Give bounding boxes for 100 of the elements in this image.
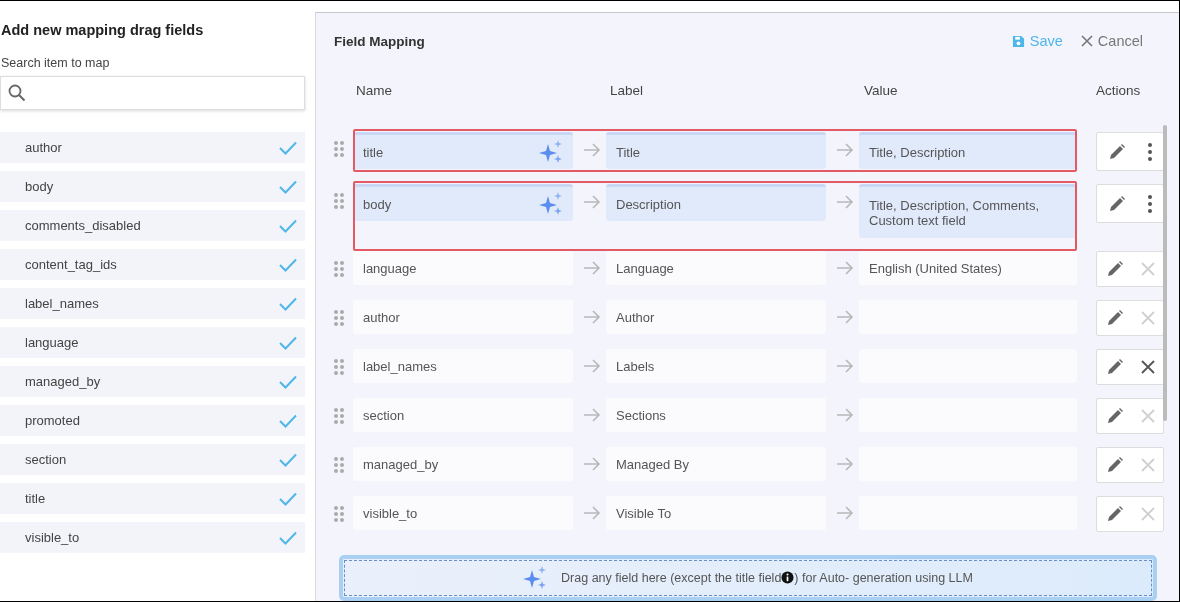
close-icon: [1140, 409, 1155, 423]
more-button[interactable]: [1146, 193, 1153, 214]
edit-button[interactable]: [1107, 142, 1126, 161]
drag-handle-icon[interactable]: [333, 358, 345, 376]
arrow-icon: [836, 309, 854, 325]
arrow-icon: [583, 309, 601, 325]
delete-button[interactable]: [1140, 360, 1155, 374]
edit-button[interactable]: [1105, 260, 1124, 278]
field-item[interactable]: author: [0, 132, 305, 163]
close-icon: [1140, 311, 1155, 325]
value-field[interactable]: Title, Description: [859, 132, 1077, 169]
field-item[interactable]: managed_by: [0, 366, 305, 397]
pencil-icon: [1105, 260, 1124, 278]
field-item[interactable]: comments_disabled: [0, 210, 305, 241]
label-field[interactable]: Managed By: [606, 447, 826, 481]
edit-button[interactable]: [1105, 456, 1124, 474]
drag-handle-icon[interactable]: [333, 407, 345, 425]
more-button[interactable]: [1146, 141, 1153, 162]
label-field[interactable]: Description: [606, 184, 826, 221]
drop-zone[interactable]: Drag any field here (except the title field ) for Auto- generation using LLM: [339, 555, 1157, 601]
drag-handle-icon[interactable]: [333, 505, 345, 523]
label-field[interactable]: Author: [606, 300, 826, 334]
panel-title: Add new mapping drag fields: [1, 22, 205, 38]
edit-button[interactable]: [1105, 309, 1124, 327]
floppy-icon: [1011, 34, 1025, 48]
field-item[interactable]: section: [0, 444, 305, 475]
drag-handle-icon[interactable]: [333, 140, 345, 158]
search-field[interactable]: [0, 76, 305, 110]
info-icon: [781, 571, 795, 584]
edit-button[interactable]: [1107, 194, 1126, 213]
close-icon: [1080, 35, 1093, 47]
close-icon: [1140, 507, 1155, 521]
arrow-icon: [583, 260, 601, 276]
name-field[interactable]: title: [353, 132, 573, 169]
label-field[interactable]: Visible To: [606, 496, 826, 530]
arrow-icon: [583, 407, 601, 423]
arrow-icon: [836, 505, 854, 521]
field-item[interactable]: visible_to: [0, 522, 305, 553]
field-item[interactable]: language: [0, 327, 305, 358]
arrow-icon: [836, 456, 854, 472]
pencil-icon: [1105, 309, 1124, 327]
search-label: Search item to map: [1, 56, 111, 70]
column-header: Name: [356, 83, 393, 98]
close-icon: [1140, 360, 1155, 374]
column-header: Actions: [1096, 83, 1142, 98]
value-field[interactable]: English (United States): [859, 251, 1077, 285]
edit-button[interactable]: [1105, 505, 1124, 523]
sparkle-icon: [539, 192, 563, 216]
field-item[interactable]: content_tag_ids: [0, 249, 305, 280]
pencil-icon: [1105, 456, 1124, 474]
arrow-icon: [836, 260, 854, 276]
field-item[interactable]: label_names: [0, 288, 305, 319]
name-field[interactable]: label_names: [353, 349, 573, 383]
arrow-icon: [836, 358, 854, 374]
close-icon: [1140, 458, 1155, 472]
pencil-icon: [1107, 142, 1126, 161]
pencil-icon: [1105, 407, 1124, 425]
search-icon: [8, 84, 26, 102]
arrow-icon: [583, 194, 601, 210]
drop-zone-text: Drag any field here (except the title field ) for Auto- generation using LLM: [561, 571, 973, 585]
pencil-icon: [1107, 194, 1126, 213]
value-field[interactable]: Title, Description, Comments, Custom text field: [859, 184, 1077, 238]
more-icon: [1146, 141, 1153, 162]
scrollbar[interactable]: [1163, 125, 1167, 421]
name-field[interactable]: section: [353, 398, 573, 432]
drag-handle-icon[interactable]: [333, 309, 345, 327]
arrow-icon: [836, 142, 854, 158]
cancel-button[interactable]: Cancel: [1080, 33, 1143, 49]
drag-handle-icon[interactable]: [333, 456, 345, 474]
sparkle-icon: [539, 140, 563, 164]
name-field[interactable]: author: [353, 300, 573, 334]
field-item[interactable]: promoted: [0, 405, 305, 436]
name-field[interactable]: language: [353, 251, 573, 285]
more-icon: [1146, 193, 1153, 214]
close-icon: [1140, 262, 1155, 276]
field-item[interactable]: body: [0, 171, 305, 202]
name-field[interactable]: visible_to: [353, 496, 573, 530]
edit-button[interactable]: [1105, 407, 1124, 425]
arrow-icon: [583, 142, 601, 158]
arrow-icon: [836, 194, 854, 210]
arrow-icon: [583, 456, 601, 472]
drag-handle-icon[interactable]: [333, 192, 345, 210]
pencil-icon: [1105, 505, 1124, 523]
column-header: Label: [610, 83, 645, 98]
pencil-icon: [1105, 358, 1124, 376]
label-field[interactable]: Title: [606, 132, 826, 169]
drag-handle-icon[interactable]: [333, 260, 345, 278]
name-field[interactable]: managed_by: [353, 447, 573, 481]
arrow-icon: [836, 407, 854, 423]
label-field[interactable]: Labels: [606, 349, 826, 383]
arrow-icon: [583, 505, 601, 521]
edit-button[interactable]: [1105, 358, 1124, 376]
field-item[interactable]: title: [0, 483, 305, 514]
label-field[interactable]: Language: [606, 251, 826, 285]
arrow-icon: [583, 358, 601, 374]
section-title: Field Mapping: [334, 33, 426, 49]
name-field[interactable]: body: [353, 184, 573, 221]
column-header: Value: [864, 83, 899, 98]
sparkle-icon: [523, 566, 548, 590]
label-field[interactable]: Sections: [606, 398, 826, 432]
